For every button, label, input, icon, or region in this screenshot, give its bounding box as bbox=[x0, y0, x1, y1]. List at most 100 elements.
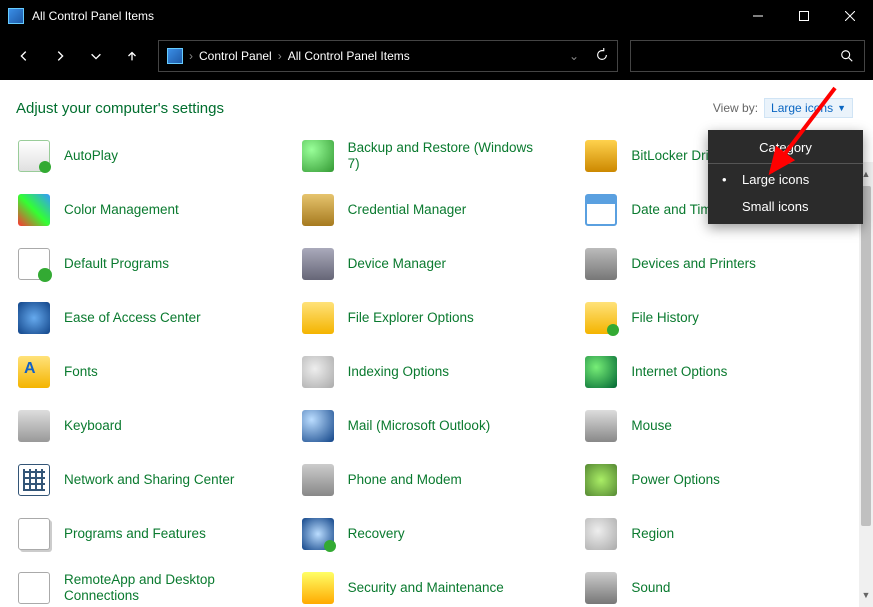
minimize-button[interactable] bbox=[735, 0, 781, 32]
breadcrumb-current[interactable]: All Control Panel Items bbox=[288, 49, 410, 63]
item-color-management[interactable]: Color Management bbox=[16, 192, 300, 228]
forward-button[interactable] bbox=[44, 40, 76, 72]
item-label: Credential Manager bbox=[348, 202, 467, 218]
menu-separator bbox=[708, 163, 863, 164]
viewby-option-large[interactable]: Large icons bbox=[708, 166, 863, 193]
internet-options-icon bbox=[583, 354, 619, 390]
recent-locations-button[interactable] bbox=[80, 40, 112, 72]
item-label: Region bbox=[631, 526, 674, 542]
refresh-button[interactable] bbox=[595, 48, 609, 65]
item-label: Device Manager bbox=[348, 256, 446, 272]
indexing-options-icon bbox=[300, 354, 336, 390]
mail-icon bbox=[300, 408, 336, 444]
caret-down-icon: ▼ bbox=[837, 103, 846, 113]
phone-modem-icon bbox=[300, 462, 336, 498]
close-button[interactable] bbox=[827, 0, 873, 32]
titlebar: All Control Panel Items bbox=[0, 0, 873, 32]
control-panel-icon bbox=[8, 8, 24, 24]
viewby-option-category[interactable]: Category bbox=[708, 134, 863, 161]
search-box[interactable] bbox=[630, 40, 865, 72]
remoteapp-icon bbox=[16, 570, 52, 606]
item-sound[interactable]: Sound bbox=[583, 570, 867, 606]
item-label: Color Management bbox=[64, 202, 179, 218]
back-button[interactable] bbox=[8, 40, 40, 72]
item-phone-modem[interactable]: Phone and Modem bbox=[300, 462, 584, 498]
item-network-sharing[interactable]: Network and Sharing Center bbox=[16, 462, 300, 498]
address-bar[interactable]: › Control Panel › All Control Panel Item… bbox=[158, 40, 618, 72]
default-programs-icon bbox=[16, 246, 52, 282]
up-button[interactable] bbox=[116, 40, 148, 72]
item-power-options[interactable]: Power Options bbox=[583, 462, 867, 498]
item-indexing-options[interactable]: Indexing Options bbox=[300, 354, 584, 390]
credential-manager-icon bbox=[300, 192, 336, 228]
item-label: Recovery bbox=[348, 526, 405, 542]
backup-restore-icon bbox=[300, 138, 336, 174]
keyboard-icon bbox=[16, 408, 52, 444]
item-region[interactable]: Region bbox=[583, 516, 867, 552]
viewby-dropdown[interactable]: Large icons ▼ bbox=[764, 98, 853, 118]
item-file-history[interactable]: File History bbox=[583, 300, 867, 336]
breadcrumb-root[interactable]: Control Panel bbox=[199, 49, 272, 63]
item-label: File Explorer Options bbox=[348, 310, 474, 326]
item-internet-options[interactable]: Internet Options bbox=[583, 354, 867, 390]
fonts-icon bbox=[16, 354, 52, 390]
item-device-manager[interactable]: Device Manager bbox=[300, 246, 584, 282]
item-keyboard[interactable]: Keyboard bbox=[16, 408, 300, 444]
viewby-value: Large icons bbox=[771, 101, 833, 115]
sound-icon bbox=[583, 570, 619, 606]
date-time-icon bbox=[583, 192, 619, 228]
region-icon bbox=[583, 516, 619, 552]
item-remoteapp[interactable]: RemoteApp and Desktop Connections bbox=[16, 570, 300, 606]
item-programs-features[interactable]: Programs and Features bbox=[16, 516, 300, 552]
chevron-right-icon[interactable]: › bbox=[278, 49, 282, 63]
file-explorer-options-icon bbox=[300, 300, 336, 336]
item-ease-of-access[interactable]: Ease of Access Center bbox=[16, 300, 300, 336]
file-history-icon bbox=[583, 300, 619, 336]
maximize-button[interactable] bbox=[781, 0, 827, 32]
scroll-down-icon[interactable]: ▼ bbox=[859, 587, 873, 603]
navbar: › Control Panel › All Control Panel Item… bbox=[0, 32, 873, 80]
chevron-down-icon[interactable]: ⌄ bbox=[569, 49, 579, 63]
item-label: Date and Time bbox=[631, 202, 719, 218]
item-devices-printers[interactable]: Devices and Printers bbox=[583, 246, 867, 282]
item-mouse[interactable]: Mouse bbox=[583, 408, 867, 444]
item-fonts[interactable]: Fonts bbox=[16, 354, 300, 390]
item-recovery[interactable]: Recovery bbox=[300, 516, 584, 552]
item-label: Keyboard bbox=[64, 418, 122, 434]
item-label: Internet Options bbox=[631, 364, 727, 380]
item-autoplay[interactable]: AutoPlay bbox=[16, 138, 300, 174]
search-icon bbox=[840, 49, 854, 63]
item-label: Sound bbox=[631, 580, 670, 596]
viewby-option-small[interactable]: Small icons bbox=[708, 193, 863, 220]
mouse-icon bbox=[583, 408, 619, 444]
item-label: Default Programs bbox=[64, 256, 169, 272]
item-label: AutoPlay bbox=[64, 148, 118, 164]
page-title: Adjust your computer's settings bbox=[16, 100, 224, 117]
security-maintenance-icon bbox=[300, 570, 336, 606]
item-label: Power Options bbox=[631, 472, 720, 488]
item-label: Backup and Restore (Windows 7) bbox=[348, 140, 538, 171]
item-label: Fonts bbox=[64, 364, 98, 380]
programs-features-icon bbox=[16, 516, 52, 552]
network-sharing-icon bbox=[16, 462, 52, 498]
power-options-icon bbox=[583, 462, 619, 498]
item-mail[interactable]: Mail (Microsoft Outlook) bbox=[300, 408, 584, 444]
vertical-scrollbar[interactable]: ▲ ▼ bbox=[859, 162, 873, 607]
window-title: All Control Panel Items bbox=[32, 9, 154, 23]
scroll-thumb[interactable] bbox=[861, 186, 871, 526]
bitlocker-icon bbox=[583, 138, 619, 174]
item-label: Indexing Options bbox=[348, 364, 449, 380]
ease-of-access-icon bbox=[16, 300, 52, 336]
item-label: Mail (Microsoft Outlook) bbox=[348, 418, 491, 434]
color-management-icon bbox=[16, 192, 52, 228]
item-file-explorer-options[interactable]: File Explorer Options bbox=[300, 300, 584, 336]
item-label: Devices and Printers bbox=[631, 256, 756, 272]
item-default-programs[interactable]: Default Programs bbox=[16, 246, 300, 282]
item-credential-manager[interactable]: Credential Manager bbox=[300, 192, 584, 228]
chevron-right-icon[interactable]: › bbox=[189, 49, 193, 63]
viewby-menu: Category Large icons Small icons bbox=[708, 130, 863, 224]
item-label: File History bbox=[631, 310, 699, 326]
item-backup-restore[interactable]: Backup and Restore (Windows 7) bbox=[300, 138, 584, 174]
item-label: Mouse bbox=[631, 418, 672, 434]
item-security-maintenance[interactable]: Security and Maintenance bbox=[300, 570, 584, 606]
